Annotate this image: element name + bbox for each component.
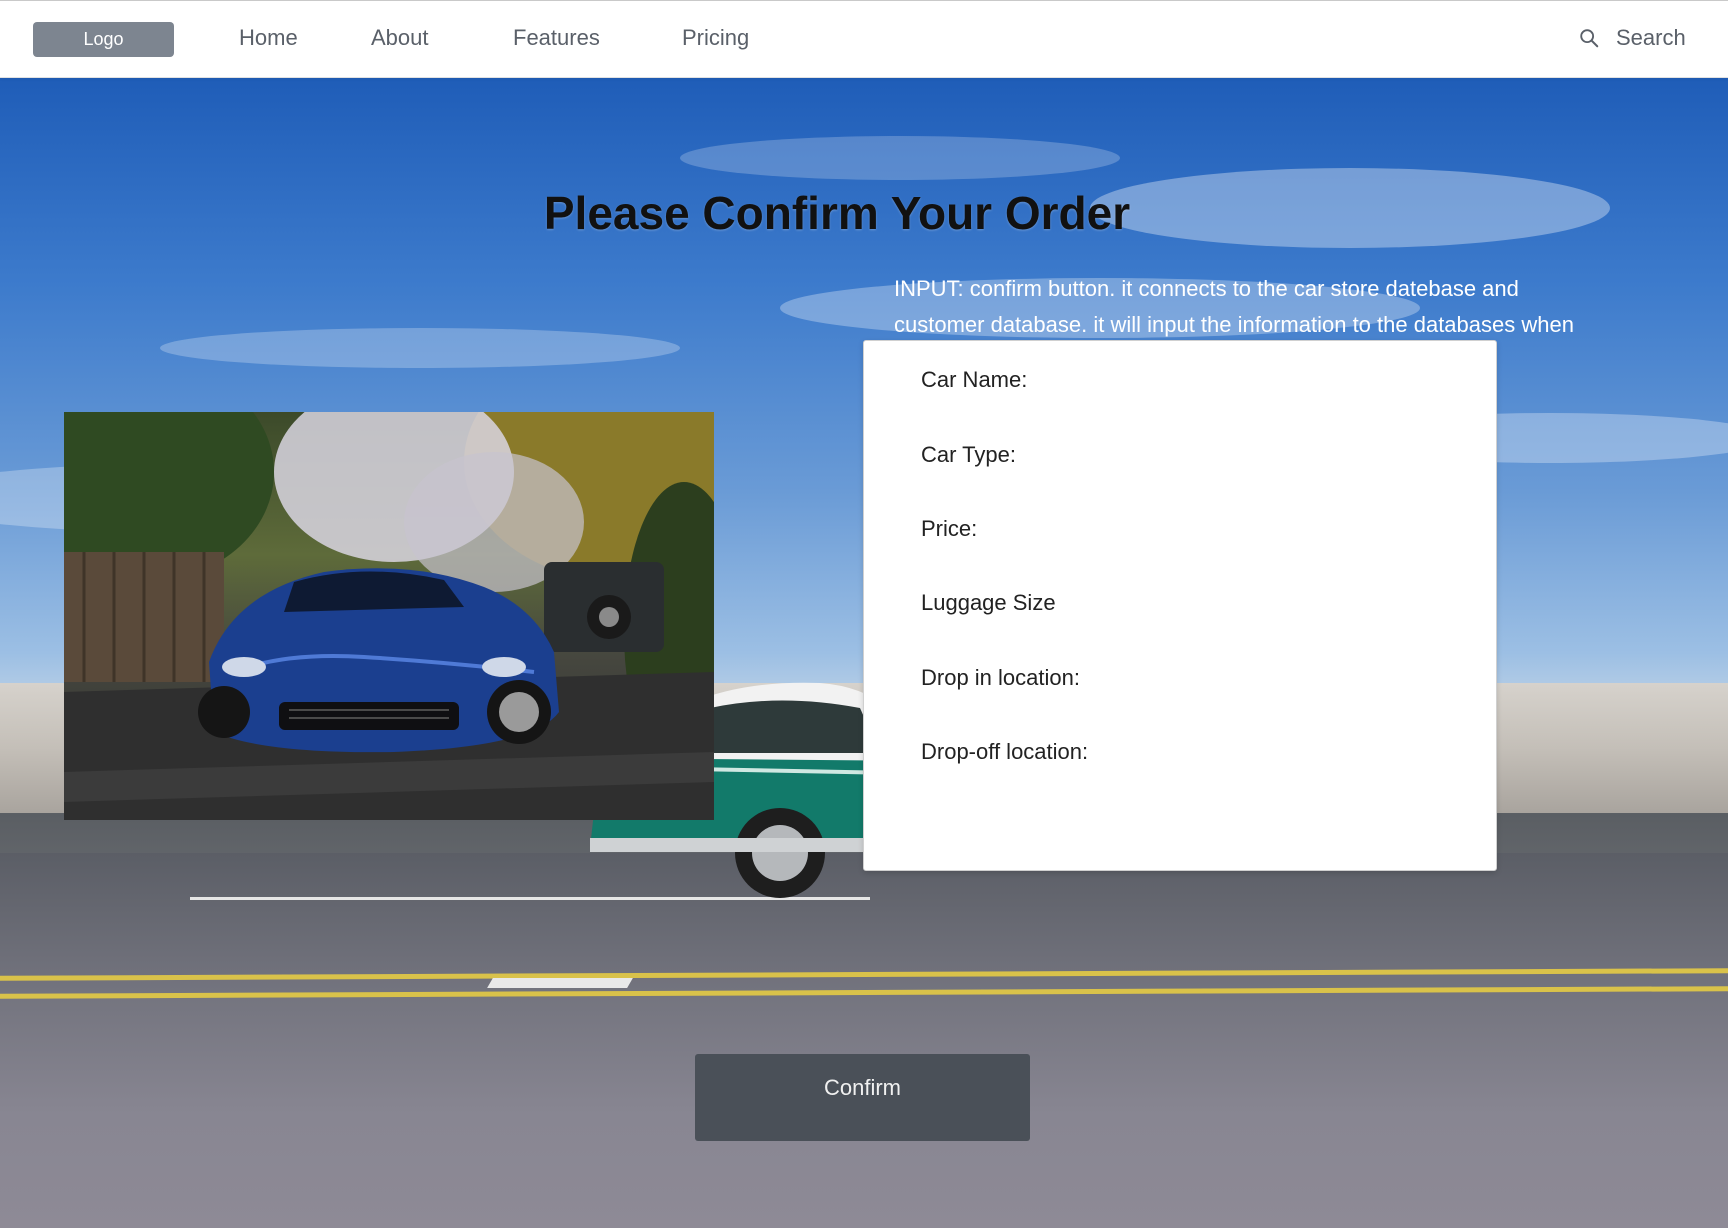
page-title: Please Confirm Your Order [543, 187, 1131, 239]
nav-pricing-link[interactable]: Pricing [682, 25, 749, 51]
nav-about-link[interactable]: About [371, 25, 429, 51]
car-type-label: Car Type: [921, 442, 1016, 467]
drop-in-location-label: Drop in location: [921, 665, 1080, 690]
search-label: Search [1616, 25, 1686, 50]
drop-off-location-label: Drop-off location: [921, 739, 1089, 764]
nav-features-link[interactable]: Features [513, 25, 600, 51]
search-icon [1580, 29, 1599, 48]
nav-home-link[interactable]: Home [239, 25, 298, 51]
car-photo [64, 412, 714, 820]
confirm-button[interactable]: Confirm [695, 1054, 1030, 1141]
road [0, 853, 1728, 1228]
blue-sports-car-image [64, 412, 714, 820]
logo[interactable]: Logo [33, 22, 174, 57]
top-navbar: Logo Home About Features Pricing Search [0, 0, 1728, 78]
search-button[interactable]: Search [1578, 25, 1686, 51]
car-name-label: Car Name: [921, 367, 1028, 392]
price-label: Price: [921, 516, 978, 541]
order-details-card: Car Name: Car Type: Price: Luggage Size … [863, 340, 1497, 871]
luggage-size-label: Luggage Size [921, 590, 1056, 615]
road-dash [487, 978, 633, 988]
